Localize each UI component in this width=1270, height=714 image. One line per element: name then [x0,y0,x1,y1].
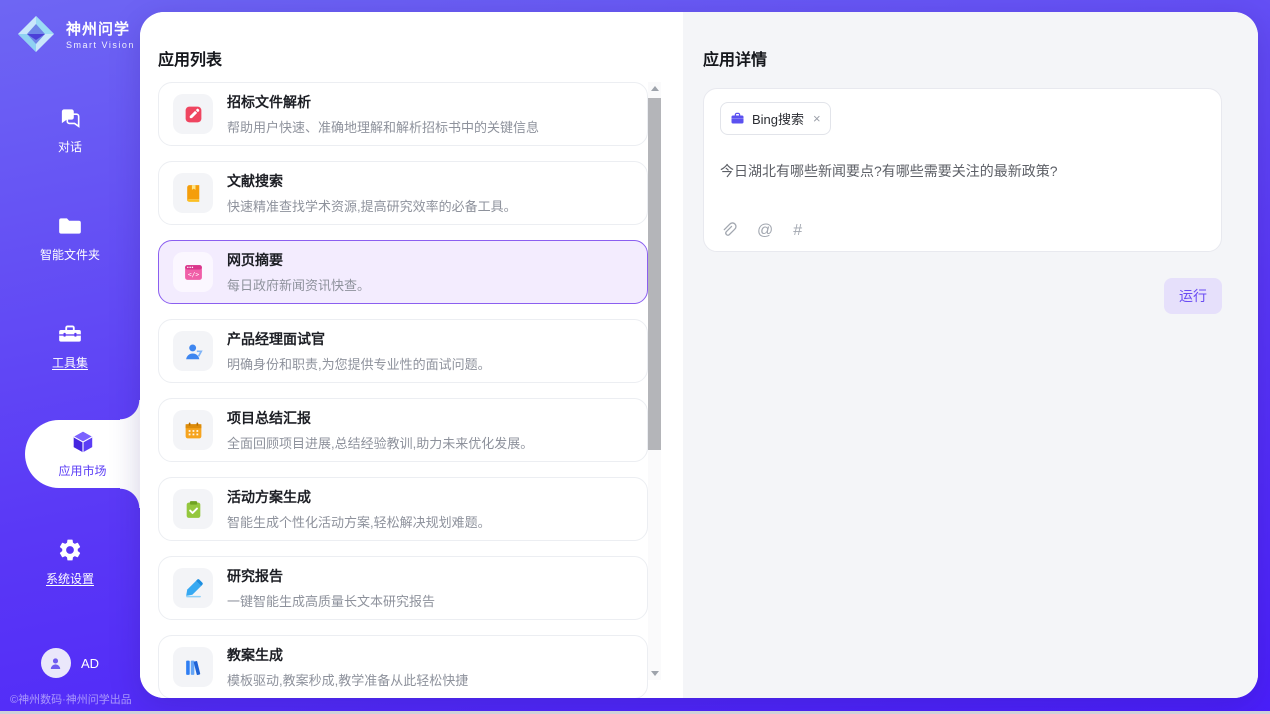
edit-red-icon [173,94,213,134]
triangle-up-icon [651,86,659,91]
mention-icon[interactable]: @ [757,223,773,239]
svg-text:</>: </> [187,271,199,278]
sidebar: 神州问学 Smart Vision 对话 智能文件夹 工具集 应用市场 系统设置… [0,0,140,714]
app-item-title: 教案生成 [227,645,468,665]
app-list-item[interactable]: </> 网页摘要 每日政府新闻资讯快查。 [158,240,648,304]
app-list-title: 应用列表 [158,46,222,70]
sidebar-item-cube[interactable]: 应用市场 [25,420,140,488]
person-blue-icon [173,331,213,371]
brand-subtitle: Smart Vision [66,40,135,50]
prompt-text[interactable]: 今日湖北有哪些新闻要点?有哪些需要关注的最新政策? [720,161,1205,181]
triangle-down-icon [651,671,659,676]
app-item-title: 网页摘要 [227,250,370,270]
app-item-desc: 智能生成个性化活动方案,轻松解决规划难题。 [227,512,491,531]
copyright-text: ©神州数码·神州问学出品 [10,691,132,707]
app-item-desc: 每日政府新闻资讯快查。 [227,275,370,294]
toolbox-icon [57,321,83,347]
clipboard-green-icon [173,489,213,529]
cube-icon [70,429,96,455]
app-item-desc: 快速精准查找学术资源,提高研究效率的必备工具。 [227,196,517,215]
app-item-title: 招标文件解析 [227,92,539,112]
run-button[interactable]: 运行 [1164,278,1222,314]
chat-icon [57,105,83,131]
brand-name: 神州问学 [66,18,135,39]
app-list-item[interactable]: 活动方案生成 智能生成个性化活动方案,轻松解决规划难题。 [158,477,648,541]
app-item-title: 研究报告 [227,566,435,586]
app-item-title: 文献搜索 [227,171,517,191]
scrollbar-track[interactable] [648,82,661,680]
run-row: 运行 [703,278,1222,314]
app-item-title: 活动方案生成 [227,487,491,507]
tool-chip-label: Bing搜索 [752,109,804,128]
app-list-item[interactable]: 研究报告 一键智能生成高质量长文本研究报告 [158,556,648,620]
sidebar-item-toolbox[interactable]: 工具集 [0,318,140,374]
composer-toolbar: @ # [720,222,802,239]
app-item-desc: 全面回顾项目进展,总结经验教训,助力未来优化发展。 [227,433,533,452]
app-item-desc: 帮助用户快速、准确地理解和解析招标书中的关键信息 [227,117,539,136]
tool-chip-bing-search[interactable]: Bing搜索 × [720,102,831,135]
user-account[interactable]: AD [0,648,140,678]
scrollbar-down-button[interactable] [648,667,661,680]
gear-icon [57,537,83,563]
sidebar-item-chat[interactable]: 对话 [0,102,140,158]
scrollbar-up-button[interactable] [648,82,661,95]
books-blue-icon [173,647,213,687]
app-list-item[interactable]: 教案生成 模板驱动,教案秒成,教学准备从此轻松快捷 [158,635,648,698]
book-orange-icon [173,173,213,213]
app-item-desc: 一键智能生成高质量长文本研究报告 [227,591,435,610]
sidebar-nav: 对话 智能文件夹 工具集 应用市场 系统设置 [0,102,140,642]
app-list-panel: 应用列表 招标文件解析 帮助用户快速、准确地理解和解析招标书中的关键信息 文献搜… [140,12,683,698]
scrollbar-thumb[interactable] [648,98,661,450]
sidebar-item-label: 智能文件夹 [40,246,100,263]
main-card: 应用列表 招标文件解析 帮助用户快速、准确地理解和解析招标书中的关键信息 文献搜… [140,12,1258,698]
sidebar-item-label: 工具集 [52,354,88,371]
sidebar-item-folder[interactable]: 智能文件夹 [0,210,140,266]
app-list-item[interactable]: 文献搜索 快速精准查找学术资源,提高研究效率的必备工具。 [158,161,648,225]
app-list-item[interactable]: 项目总结汇报 全面回顾项目进展,总结经验教训,助力未来优化发展。 [158,398,648,462]
browser-pink-icon: </> [173,252,213,292]
app-item-desc: 模板驱动,教案秒成,教学准备从此轻松快捷 [227,670,468,689]
sidebar-item-gear[interactable]: 系统设置 [0,534,140,590]
app-list: 招标文件解析 帮助用户快速、准确地理解和解析招标书中的关键信息 文献搜索 快速精… [158,82,648,698]
paperclip-icon[interactable] [720,222,737,239]
app-item-title: 产品经理面试官 [227,329,491,349]
app-detail-title: 应用详情 [703,46,1222,70]
pen-cyan-icon [173,568,213,608]
avatar [41,648,71,678]
brand-logo: 神州问学 Smart Vision [14,12,135,56]
sidebar-item-label: 应用市场 [58,462,106,479]
folder-icon [57,213,83,239]
chip-close-icon[interactable]: × [813,112,821,125]
topic-icon[interactable]: # [793,223,802,239]
app-item-title: 项目总结汇报 [227,408,533,428]
person-icon [47,655,64,672]
calendar-orange-icon [173,410,213,450]
sidebar-item-label: 系统设置 [46,570,94,587]
app-detail-panel: 应用详情 Bing搜索 × 今日湖北有哪些新闻要点?有哪些需要关注的最新政策? [683,12,1258,698]
brand-diamond-icon [14,12,58,56]
prompt-composer[interactable]: Bing搜索 × 今日湖北有哪些新闻要点?有哪些需要关注的最新政策? @ # [703,88,1222,252]
app-item-desc: 明确身份和职责,为您提供专业性的面试问题。 [227,354,491,373]
briefcase-icon [730,111,745,126]
sidebar-item-label: 对话 [58,138,82,155]
app-list-item[interactable]: 招标文件解析 帮助用户快速、准确地理解和解析招标书中的关键信息 [158,82,648,146]
app-list-item[interactable]: 产品经理面试官 明确身份和职责,为您提供专业性的面试问题。 [158,319,648,383]
user-initials: AD [81,656,99,671]
